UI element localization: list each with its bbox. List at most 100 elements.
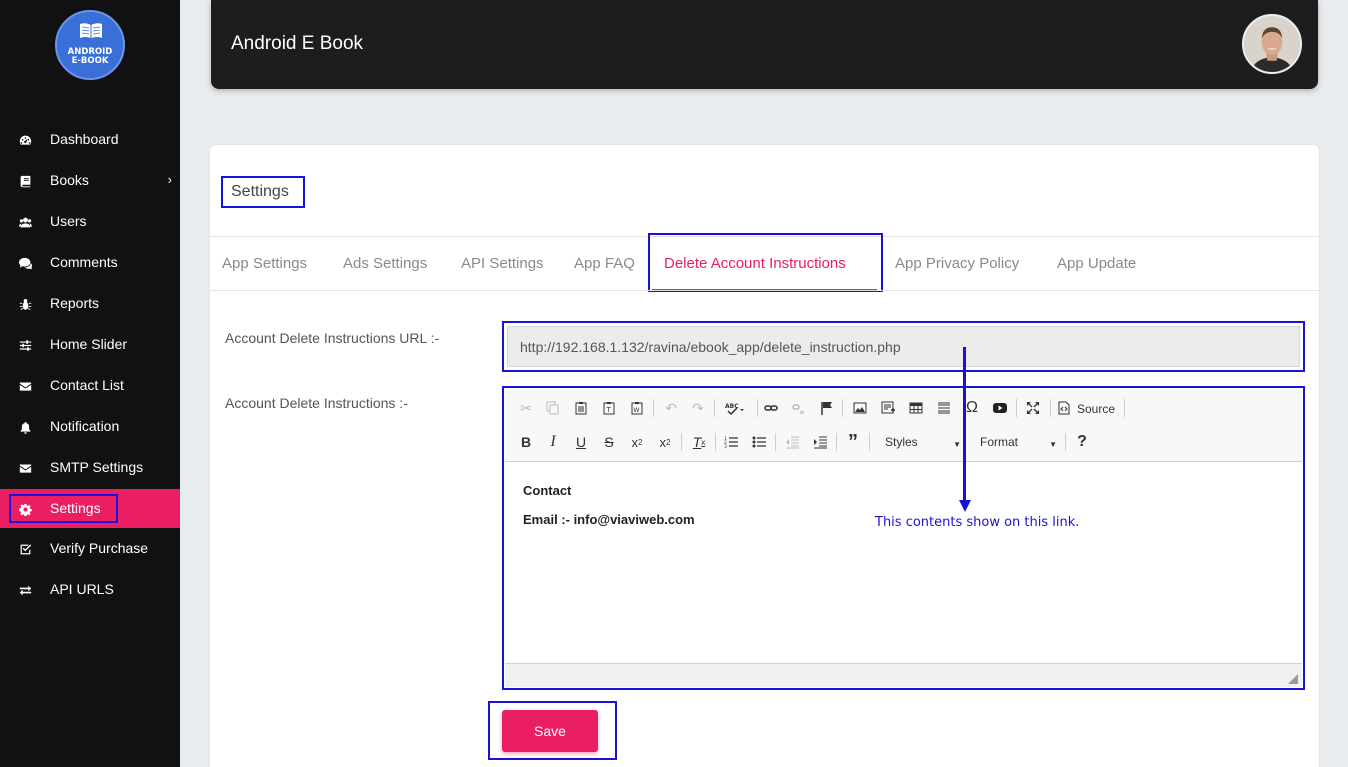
tab-app-privacy-policy[interactable]: App Privacy Policy [895,255,1019,272]
blockquote-icon[interactable]: ” [842,431,864,453]
undo-icon[interactable]: ↶ [660,397,682,419]
sidebar-item-home-slider[interactable]: Home Slider [0,324,180,365]
settings-tabs: App Settings Ads Settings API Settings A… [210,233,1319,292]
editor-toolbar: ✂ T W ↶ ↷ ABC Ω Source B I U S x2 x2 T x… [505,389,1302,462]
sidebar-item-label: Books [50,172,89,188]
youtube-icon[interactable] [989,397,1011,419]
cut-icon[interactable]: ✂ [515,397,537,419]
envelope-icon [18,379,32,393]
numbered-list-icon[interactable]: 123 [720,431,742,453]
styles-dropdown[interactable]: Styles ▼ [875,435,961,457]
paste-icon[interactable] [570,397,592,419]
copy-icon[interactable] [542,397,564,419]
image-icon[interactable] [849,397,871,419]
paste-text-icon[interactable]: T [598,397,620,419]
bulleted-list-icon[interactable] [748,431,770,453]
dashboard-icon [18,133,32,147]
sidebar-item-reports[interactable]: Reports [0,283,180,324]
superscript-icon[interactable]: x2 [654,431,676,453]
toolbar-separator [1124,399,1125,417]
envelope-icon [18,461,32,475]
sidebar-item-label: Verify Purchase [50,540,149,556]
remove-format-icon[interactable]: Tx [688,431,710,453]
toolbar-separator [1050,399,1051,417]
toolbar-separator [653,399,654,417]
link-icon[interactable] [760,397,782,419]
format-dropdown[interactable]: Format ▼ [971,435,1057,457]
source-button-label[interactable]: Source [1077,402,1115,416]
users-icon [18,215,32,229]
toolbar-separator [757,399,758,417]
sidebar-item-label: Reports [50,295,100,311]
sidebar-item-label: Contact List [50,377,124,393]
strikethrough-icon[interactable]: S [598,431,620,453]
sidebar-item-label: Comments [50,254,118,270]
sidebar-item-label: Dashboard [50,131,119,147]
underline-icon[interactable]: U [570,431,592,453]
sidebar-item-comments[interactable]: Comments [0,242,180,283]
sidebar: ANDROID E-BOOK Dashboard Books › Users C… [0,0,180,767]
anchor-flag-icon[interactable] [816,397,838,419]
toolbar-separator [836,433,837,451]
tab-app-faq[interactable]: App FAQ [574,255,635,272]
toolbar-separator [681,433,682,451]
avatar[interactable] [1242,14,1302,74]
svg-text:T: T [606,406,612,414]
annotation-arrow [963,347,966,505]
bug-icon [18,297,32,311]
editor-status-bar [505,663,1302,687]
horizontal-line-icon[interactable] [933,397,955,419]
maximize-icon[interactable] [1022,397,1044,419]
tab-app-update[interactable]: App Update [1057,255,1136,272]
sidebar-item-settings[interactable]: Settings [0,489,180,528]
help-icon[interactable]: ? [1071,431,1093,453]
toolbar-separator [1016,399,1017,417]
rich-text-editor: ✂ T W ↶ ↷ ABC Ω Source B I U S x2 x2 T x… [502,386,1305,690]
svg-text:W: W [634,407,640,414]
sidebar-item-notification[interactable]: Notification [0,406,180,447]
outdent-icon[interactable] [781,431,803,453]
resize-handle-icon[interactable] [1288,674,1298,684]
spellcheck-icon[interactable]: ABC [721,397,749,419]
annotation-highlight-box [502,321,1305,372]
save-button[interactable]: Save [502,710,598,752]
sidebar-item-label: Home Slider [50,336,128,352]
tab-api-settings[interactable]: API Settings [461,255,544,272]
styles-dropdown-label: Styles [885,435,918,449]
sidebar-item-contact-list[interactable]: Contact List [0,365,180,406]
unlink-icon[interactable] [788,397,810,419]
sidebar-item-users[interactable]: Users [0,201,180,242]
exchange-icon [18,583,32,597]
user-photo-icon [1244,16,1300,72]
sidebar-item-smtp-settings[interactable]: SMTP Settings [0,447,180,488]
table-icon[interactable] [905,397,927,419]
check-square-icon [18,542,32,556]
open-book-icon [80,23,102,38]
embed-icon[interactable] [877,397,899,419]
paste-word-icon[interactable]: W [626,397,648,419]
tab-ads-settings[interactable]: Ads Settings [343,255,427,272]
subscript-icon[interactable]: x2 [626,431,648,453]
indent-icon[interactable] [809,431,831,453]
instructions-field-label: Account Delete Instructions :- [225,395,408,411]
book-icon [18,174,32,188]
sidebar-item-dashboard[interactable]: Dashboard [0,119,180,160]
editor-content-area[interactable]: Contact Email :- info@viaviweb.com [505,463,1302,662]
sidebar-item-api-urls[interactable]: API URLS [0,569,180,610]
sidebar-item-verify-purchase[interactable]: Verify Purchase [0,528,180,569]
delete-instructions-url-field[interactable] [507,326,1300,367]
svg-text:3: 3 [724,444,727,449]
sidebar-item-label: API URLS [50,581,114,597]
sidebar-item-books[interactable]: Books › [0,160,180,201]
redo-icon[interactable]: ↷ [687,397,709,419]
bold-icon[interactable]: B [515,431,537,453]
dropdown-arrow-icon: ▼ [953,440,961,449]
toolbar-separator [869,433,870,451]
tab-app-settings[interactable]: App Settings [222,255,307,272]
annotation-highlight-box [648,233,883,292]
annotation-text: This contents show on this link. [875,515,1080,530]
app-logo[interactable]: ANDROID E-BOOK [55,10,125,80]
source-icon[interactable] [1057,397,1071,419]
format-dropdown-label: Format [980,435,1019,449]
italic-icon[interactable]: I [542,431,564,453]
